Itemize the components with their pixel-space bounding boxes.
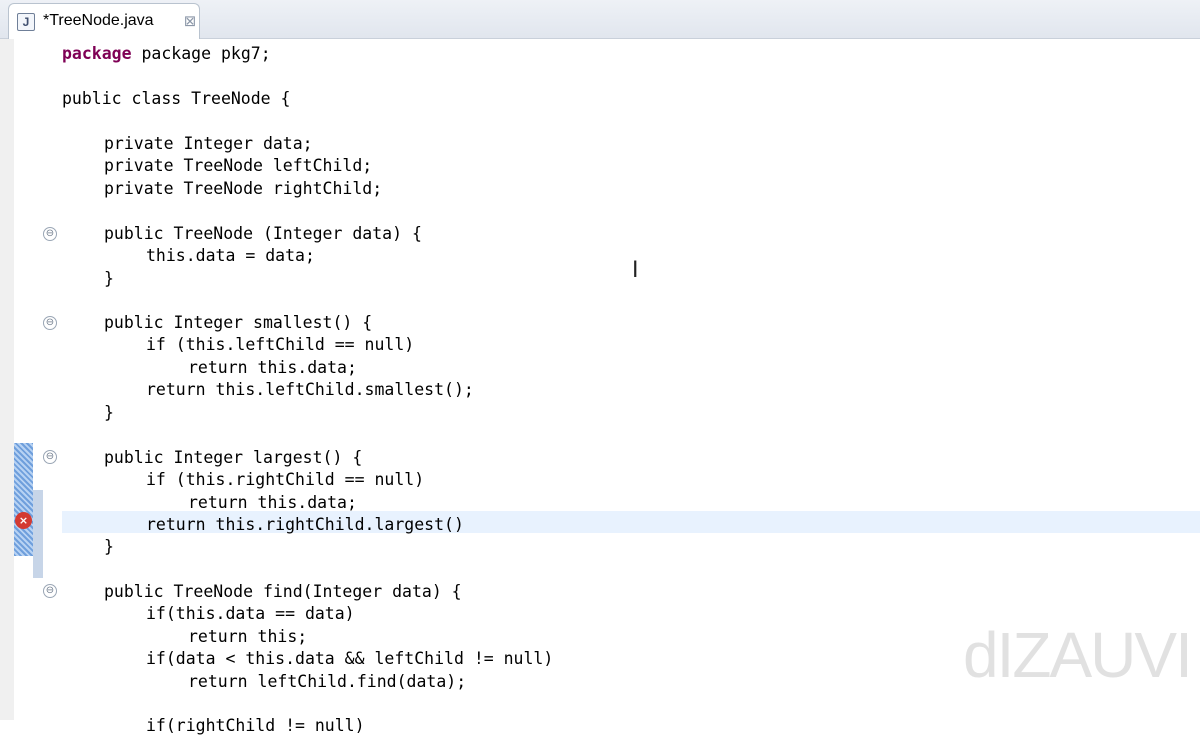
code-line: return this;: [188, 627, 308, 646]
code-line: }: [104, 269, 114, 288]
collapse-icon[interactable]: ⊖: [43, 584, 57, 598]
code-line: if(this.data == data): [146, 604, 355, 623]
code-line: if(rightChild != null): [146, 716, 365, 735]
code-line: }: [104, 403, 114, 422]
code-line: public Integer smallest() {: [104, 313, 373, 332]
code-line: package package pkg7;: [62, 44, 271, 63]
code-line: return this.data;: [188, 358, 357, 377]
current-method-highlight: [14, 443, 33, 556]
code-line: return this.leftChild.smallest();: [146, 380, 474, 399]
watermark-logo: dIZAUVI: [963, 619, 1193, 691]
error-icon[interactable]: ×: [15, 512, 32, 529]
code-line: private TreeNode leftChild;: [104, 156, 373, 175]
close-icon[interactable]: ⊠: [181, 12, 199, 30]
code-line: return leftChild.find(data);: [188, 672, 467, 691]
tab-title: *TreeNode.java: [43, 12, 154, 29]
code-line: return this.data;: [188, 493, 357, 512]
collapse-icon[interactable]: ⊖: [43, 227, 57, 241]
code-line: public class TreeNode {: [62, 89, 291, 108]
code-line: return this.rightChild.largest(): [146, 515, 464, 534]
left-ruler: [0, 39, 14, 720]
editor-tab[interactable]: J *TreeNode.java ⊠: [8, 3, 200, 39]
editor-tab-bar: J *TreeNode.java ⊠: [0, 0, 1200, 39]
code-line: public TreeNode find(Integer data) {: [104, 582, 462, 601]
quick-diff-bar: [33, 490, 43, 578]
collapse-icon[interactable]: ⊖: [43, 450, 57, 464]
code-line: private Integer data;: [104, 134, 313, 153]
code-line: if(data < this.data && leftChild != null…: [146, 649, 554, 668]
java-file-icon: J: [17, 13, 35, 31]
code-editor[interactable]: package package pkg7; public class TreeN…: [0, 39, 1200, 735]
text-cursor-icon: I: [632, 258, 639, 283]
code-line: }: [104, 537, 114, 556]
code-line: if (this.rightChild == null): [146, 470, 425, 489]
code-line: private TreeNode rightChild;: [104, 179, 383, 198]
code-line: public Integer largest() {: [104, 448, 363, 467]
collapse-icon[interactable]: ⊖: [43, 316, 57, 330]
code-line: this.data = data;: [146, 246, 315, 265]
code-line: public TreeNode (Integer data) {: [104, 224, 422, 243]
code-line: if (this.leftChild == null): [146, 335, 415, 354]
